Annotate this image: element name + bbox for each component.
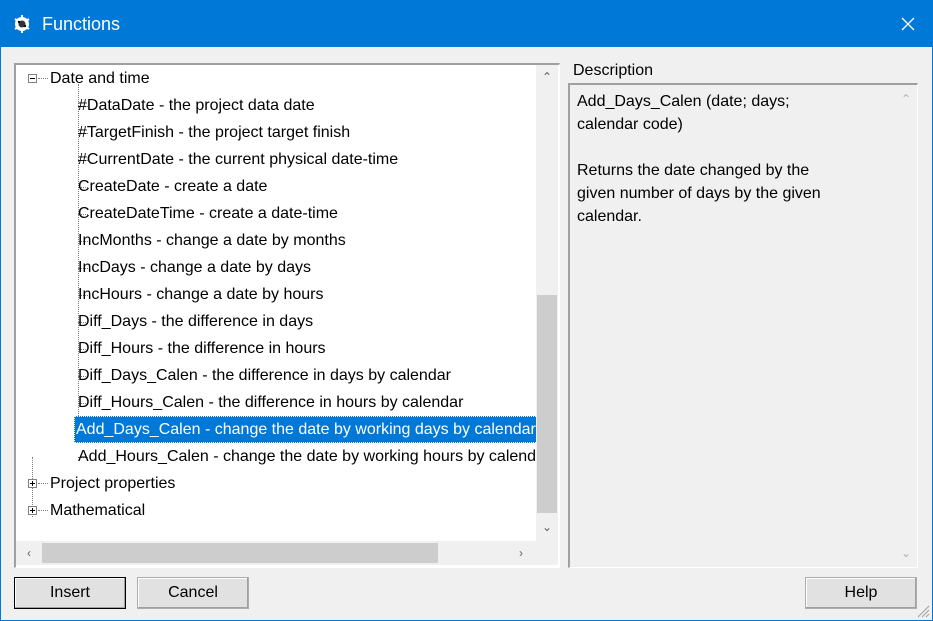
insert-button[interactable]: Insert <box>14 577 126 609</box>
window-title: Functions <box>42 14 121 34</box>
description-text: Add_Days_Calen (date; days; calendar cod… <box>577 93 821 225</box>
tree-item-label: IncDays - change a date by days <box>78 259 312 276</box>
scroll-thumb[interactable] <box>537 295 557 513</box>
scroll-corner <box>536 541 558 565</box>
cpm-gear-icon <box>14 15 30 33</box>
resize-grip-icon[interactable] <box>916 604 930 618</box>
tree-vertical-scrollbar[interactable]: ⌃ ⌄ <box>536 65 558 541</box>
tree-item-label: Diff_Days - the difference in days <box>78 313 314 330</box>
tree-item-label: IncMonths - change a date by months <box>78 232 346 249</box>
function-tree[interactable]: Date and time #DataDate - the project da… <box>14 63 560 568</box>
tree-item-label: Diff_Hours_Calen - the difference in hou… <box>78 394 464 411</box>
expand-icon[interactable] <box>28 506 37 515</box>
title-bar: Functions <box>0 0 933 47</box>
tree-group-label: Project properties <box>50 475 176 492</box>
tree-connector <box>38 510 48 511</box>
tree-horizontal-scrollbar[interactable]: ‹ › <box>16 541 536 565</box>
tree-item-label: #TargetFinish - the project target finis… <box>78 124 351 141</box>
scroll-left-icon[interactable]: ‹ <box>18 541 40 565</box>
tree-item-label: Add_Hours_Calen - change the date by wor… <box>78 448 536 465</box>
tree-group-label: Date and time <box>50 70 150 87</box>
tree-group-label: Mathematical <box>50 502 146 519</box>
scroll-down-icon[interactable]: ⌄ <box>895 543 917 563</box>
description-scrollbar[interactable]: ⌃ ⌄ <box>895 85 917 565</box>
scroll-up-icon[interactable]: ⌃ <box>895 89 917 109</box>
close-icon[interactable] <box>890 10 926 38</box>
tree-content: Date and time #DataDate - the project da… <box>16 65 536 541</box>
tree-item-label: CreateDate - create a date <box>78 178 268 195</box>
tree-item-label: #DataDate - the project data date <box>78 97 315 114</box>
expand-icon[interactable] <box>28 479 37 488</box>
tree-item-label: CreateDateTime - create a date-time <box>78 205 338 222</box>
tree-connector <box>38 78 48 79</box>
scroll-up-icon[interactable]: ⌃ <box>536 67 558 87</box>
tree-item-label: Diff_Days_Calen - the difference in days… <box>78 367 451 384</box>
tree-item-label: #CurrentDate - the current physical date… <box>78 151 399 168</box>
tree-item-label: Add_Days_Calen - change the date by work… <box>74 416 536 443</box>
help-button[interactable]: Help <box>805 577 917 609</box>
description-heading: Description <box>573 62 654 79</box>
collapse-icon[interactable] <box>28 74 37 83</box>
tree-item-label: Diff_Hours - the difference in hours <box>78 340 326 357</box>
scroll-thumb[interactable] <box>42 543 438 563</box>
tree-connector <box>38 483 48 484</box>
cancel-button[interactable]: Cancel <box>137 577 249 609</box>
scroll-right-icon[interactable]: › <box>510 541 532 565</box>
scroll-down-icon[interactable]: ⌄ <box>536 517 558 537</box>
description-box[interactable]: Add_Days_Calen (date; days; calendar cod… <box>568 83 918 568</box>
tree-item-label: IncHours - change a date by hours <box>78 286 324 303</box>
